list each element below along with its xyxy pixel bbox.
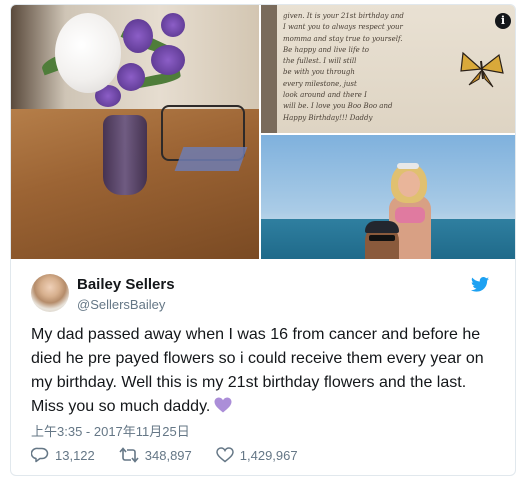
like-button[interactable]: 1,429,967	[216, 447, 298, 463]
vase	[103, 115, 147, 195]
hydrangea	[55, 13, 121, 93]
flowers-photo[interactable]	[11, 5, 259, 259]
handwritten-note: given. It is your 21st birthday and I wa…	[283, 12, 404, 122]
beach-photo[interactable]	[261, 135, 515, 259]
tweet-card: given. It is your 21st birthday and I wa…	[10, 4, 516, 476]
like-count: 1,429,967	[239, 447, 298, 463]
reply-count: 13,122	[55, 447, 95, 463]
timestamp[interactable]: 上午3:35 - 2017年11月25日	[31, 421, 190, 440]
twitter-bird-icon[interactable]	[471, 277, 489, 292]
tweet-text: My dad passed away when I was 16 from ca…	[31, 323, 501, 419]
user-handle[interactable]: @SellersBailey	[77, 297, 165, 312]
tweet-body: My dad passed away when I was 16 from ca…	[31, 326, 484, 415]
retweet-count: 348,897	[144, 447, 192, 463]
action-bar: 13,122 348,897 1,429,967	[31, 447, 298, 463]
placemat	[174, 147, 248, 171]
display-name[interactable]: Bailey Sellers	[77, 276, 175, 293]
retweet-icon	[119, 447, 139, 463]
reply-button[interactable]: 13,122	[31, 447, 95, 463]
info-icon[interactable]: i	[495, 13, 511, 29]
reply-icon	[31, 447, 49, 463]
media-grid: given. It is your 21st birthday and I wa…	[11, 5, 515, 259]
avatar[interactable]	[31, 274, 69, 312]
note-photo[interactable]: given. It is your 21st birthday and I wa…	[261, 5, 515, 133]
heart-icon	[216, 447, 234, 463]
purple-heart-icon	[214, 397, 232, 413]
butterfly-icon	[460, 51, 504, 88]
retweet-button[interactable]: 348,897	[119, 447, 192, 463]
